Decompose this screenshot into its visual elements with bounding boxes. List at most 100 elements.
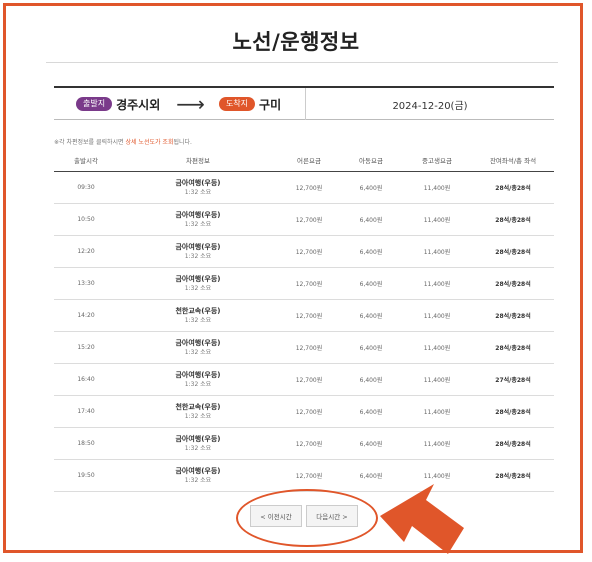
page-title: 노선/운행정보 <box>232 30 360 54</box>
bus-info-cell: 금아여행(우등) 1:32 소요 <box>118 235 278 268</box>
table-row[interactable]: 10:50 금아여행(우등) 1:32 소요 12,700원 6,400원 11,400원… <box>54 203 554 236</box>
student-fare-cell: 11,400원 <box>402 299 472 332</box>
student-fare-cell: 11,400원 <box>402 235 472 268</box>
trip-duration: 1:32 소요 <box>184 348 212 356</box>
seat-availability: 28석/총28석 <box>495 313 531 320</box>
student-fare-cell: 11,400원 <box>402 267 472 300</box>
arrow-right-icon: ⟶ <box>176 92 205 116</box>
departure-time-cell: 14:20 <box>54 299 118 332</box>
child-fare-cell: 6,400원 <box>340 395 402 428</box>
child-fare-cell: 6,400원 <box>340 203 402 236</box>
seats-cell: 28석/총28석 <box>472 203 554 236</box>
bus-info-cell: 금아여행(우등) 1:32 소요 <box>118 331 278 364</box>
header-child-fare: 아동요금 <box>340 149 402 172</box>
bus-info-cell: 금아여행(우등) 1:32 소요 <box>118 427 278 460</box>
notice-prefix: ※각 차편정보를 클릭하시면 <box>54 139 126 146</box>
adult-fare-cell: 12,700원 <box>278 171 340 204</box>
seat-availability: 28석/총28석 <box>495 217 531 224</box>
student-fare-cell: 11,400원 <box>402 363 472 396</box>
trip-duration: 1:32 소요 <box>184 252 212 260</box>
seats-cell: 28석/총28석 <box>472 235 554 268</box>
departure-time-cell: 19:50 <box>54 459 118 492</box>
bus-info-cell: 금아여행(우등) 1:32 소요 <box>118 267 278 300</box>
bus-grade: 금아여행(우등) <box>175 338 221 347</box>
header-departure-time: 출발시각 <box>54 149 118 172</box>
header-seats: 잔여좌석/총 좌석 <box>472 149 554 172</box>
departure-time-cell: 15:20 <box>54 331 118 364</box>
bus-grade: 금아여행(우등) <box>175 210 221 219</box>
trip-duration: 1:32 소요 <box>184 316 212 324</box>
child-fare-cell: 6,400원 <box>340 331 402 364</box>
bus-grade: 금아여행(우등) <box>175 178 221 187</box>
seats-cell: 28석/총28석 <box>472 299 554 332</box>
table-row[interactable]: 14:20 천한교속(우등) 1:32 소요 12,700원 6,400원 11,400원… <box>54 299 554 332</box>
bus-grade: 천한교속(우등) <box>175 306 221 315</box>
table-row[interactable]: 09:30 금아여행(우등) 1:32 소요 12,700원 6,400원 11,400원… <box>54 171 554 204</box>
table-row[interactable]: 19:50 금아여행(우등) 1:32 소요 12,700원 6,400원 11,400원… <box>54 459 554 492</box>
student-fare-cell: 11,400원 <box>402 331 472 364</box>
child-fare-cell: 6,400원 <box>340 235 402 268</box>
callout-arrow-icon <box>380 484 464 554</box>
seat-availability: 28석/총28석 <box>495 409 531 416</box>
seats-cell: 28석/총28석 <box>472 331 554 364</box>
adult-fare-cell: 12,700원 <box>278 235 340 268</box>
departure-time-cell: 17:40 <box>54 395 118 428</box>
departure-time-cell: 10:50 <box>54 203 118 236</box>
student-fare-cell: 11,400원 <box>402 395 472 428</box>
adult-fare-cell: 12,700원 <box>278 395 340 428</box>
adult-fare-cell: 12,700원 <box>278 299 340 332</box>
header-bus-info: 차편정보 <box>118 149 278 172</box>
adult-fare-cell: 12,700원 <box>278 203 340 236</box>
notice-suffix: 됩니다. <box>173 139 192 146</box>
bus-grade: 금아여행(우등) <box>175 274 221 283</box>
highlight-ellipse <box>236 489 378 547</box>
student-fare-cell: 11,400원 <box>402 427 472 460</box>
bus-grade: 금아여행(우등) <box>175 242 221 251</box>
adult-fare-cell: 12,700원 <box>278 267 340 300</box>
adult-fare-cell: 12,700원 <box>278 459 340 492</box>
table-row[interactable]: 17:40 천한교속(우등) 1:32 소요 12,700원 6,400원 11,400원… <box>54 395 554 428</box>
student-fare-cell: 11,400원 <box>402 203 472 236</box>
seat-availability: 28석/총28석 <box>495 249 531 256</box>
departure-time-cell: 18:50 <box>54 427 118 460</box>
bus-info-cell: 금아여행(우등) 1:32 소요 <box>118 363 278 396</box>
seats-cell: 27석/총28석 <box>472 363 554 396</box>
departure-time-cell: 09:30 <box>54 171 118 204</box>
table-row[interactable]: 13:30 금아여행(우등) 1:32 소요 12,700원 6,400원 11,400원… <box>54 267 554 300</box>
bus-info-cell: 천한교속(우등) 1:32 소요 <box>118 299 278 332</box>
header-student-fare: 중고생요금 <box>402 149 472 172</box>
table-row[interactable]: 16:40 금아여행(우등) 1:32 소요 12,700원 6,400원 11,400원… <box>54 363 554 396</box>
trip-duration: 1:32 소요 <box>184 476 212 484</box>
departure-time-cell: 13:30 <box>54 267 118 300</box>
trip-duration: 1:32 소요 <box>184 444 212 452</box>
header-adult-fare: 어른요금 <box>278 149 340 172</box>
child-fare-cell: 6,400원 <box>340 171 402 204</box>
bus-grade: 천한교속(우등) <box>175 402 221 411</box>
child-fare-cell: 6,400원 <box>340 427 402 460</box>
trip-duration: 1:32 소요 <box>184 412 212 420</box>
seats-cell: 28석/총28석 <box>472 427 554 460</box>
route-terminals: 출발지 경주시외 ⟶ 도착지 구미 <box>54 88 306 120</box>
bus-info-cell: 금아여행(우등) 1:32 소요 <box>118 203 278 236</box>
bus-grade: 금아여행(우등) <box>175 370 221 379</box>
seat-availability: 28석/총28석 <box>495 441 531 448</box>
child-fare-cell: 6,400원 <box>340 363 402 396</box>
bus-info-cell: 금아여행(우등) 1:32 소요 <box>118 171 278 204</box>
arrival-badge: 도착지 <box>218 97 256 111</box>
trip-duration: 1:32 소요 <box>184 188 212 196</box>
departure-date: 2024-12-20(금) <box>392 100 468 112</box>
adult-fare-cell: 12,700원 <box>278 331 340 364</box>
table-row[interactable]: 15:20 금아여행(우등) 1:32 소요 12,700원 6,400원 11,400원… <box>54 331 554 364</box>
bus-grade: 금아여행(우등) <box>175 434 221 443</box>
table-row[interactable]: 18:50 금아여행(우등) 1:32 소요 12,700원 6,400원 11,400원… <box>54 427 554 460</box>
departure-time-cell: 12:20 <box>54 235 118 268</box>
seat-availability: 28석/총28석 <box>495 345 531 352</box>
adult-fare-cell: 12,700원 <box>278 427 340 460</box>
child-fare-cell: 6,400원 <box>340 267 402 300</box>
seats-cell: 28석/총28석 <box>472 171 554 204</box>
bus-grade: 금아여행(우등) <box>175 466 221 475</box>
seats-cell: 28석/총28석 <box>472 267 554 300</box>
seats-cell: 28석/총28석 <box>472 395 554 428</box>
table-row[interactable]: 12:20 금아여행(우등) 1:32 소요 12,700원 6,400원 11,400원… <box>54 235 554 268</box>
arrival-terminal: 구미 <box>259 97 282 112</box>
